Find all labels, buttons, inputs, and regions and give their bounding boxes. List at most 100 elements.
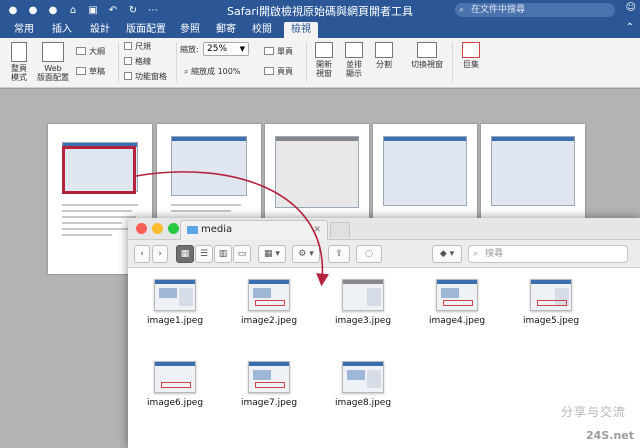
window-zoom-icon[interactable]: ● xyxy=(46,3,60,17)
file-item[interactable]: image3.jpeg xyxy=(328,279,398,326)
ribbon-tabs: 常用 插入 設計 版面配置 參照 郵寄 校閱 檢視 ⌃ xyxy=(0,20,640,38)
minimize-button[interactable] xyxy=(152,223,163,234)
file-item[interactable]: image2.jpeg xyxy=(234,279,304,326)
split-button[interactable]: 分割 xyxy=(372,42,396,69)
arrange-label: 並排 顯示 xyxy=(346,60,362,78)
macros-button[interactable]: 巨集 xyxy=(458,42,484,69)
file-item[interactable]: image1.jpeg xyxy=(140,279,210,326)
search-icon: ⌕ xyxy=(473,249,479,259)
nav-pane-checkbox[interactable]: 功能窗格 xyxy=(124,71,167,82)
text-line xyxy=(171,210,231,212)
save-icon[interactable]: ▣ xyxy=(86,3,100,17)
icon-view-button[interactable]: ▦ xyxy=(176,245,194,263)
one-page-label: 單頁 xyxy=(277,47,293,56)
file-item[interactable]: image8.jpeg xyxy=(328,361,398,408)
screen: ● ● ● ⌂ ▣ ↶ ↻ ⋯ Safari開啟檢視原始碼與網頁開者工具 ⌕ 在… xyxy=(0,0,640,448)
outline-icon xyxy=(76,47,86,55)
page-screenshot xyxy=(171,136,247,196)
tab-insert[interactable]: 插入 xyxy=(48,22,76,38)
home-icon[interactable]: ⌂ xyxy=(66,3,80,17)
smiley-icon[interactable]: ☺ xyxy=(626,2,636,13)
tab-design[interactable]: 設計 xyxy=(86,22,114,38)
forward-button[interactable]: › xyxy=(152,245,168,263)
finder-search-input[interactable]: ⌕ 搜尋 xyxy=(468,245,628,263)
multi-page-button[interactable]: 頁頁 xyxy=(264,66,293,77)
text-line xyxy=(62,204,138,206)
image-thumbnail xyxy=(530,279,572,311)
text-line xyxy=(62,216,136,218)
checkbox-icon xyxy=(124,72,132,80)
checkbox-icon xyxy=(124,42,132,50)
watermark-text: 分享与交流 xyxy=(560,405,626,419)
undo-icon[interactable]: ↶ xyxy=(106,3,120,17)
column-view-button[interactable]: ▥ xyxy=(214,245,232,263)
tags-button[interactable]: ◌ xyxy=(356,245,382,263)
new-window-label: 開新 視窗 xyxy=(316,60,332,78)
finder-tab[interactable]: media ✕ xyxy=(180,220,328,240)
more-icon[interactable]: ⋯ xyxy=(146,3,160,17)
tab-view[interactable]: 檢視 xyxy=(284,22,318,38)
web-layout-button[interactable]: Web 版面配置 xyxy=(36,42,70,82)
word-titlebar: ● ● ● ⌂ ▣ ↶ ↻ ⋯ Safari開啟檢視原始碼與網頁開者工具 ⌕ 在… xyxy=(0,0,640,20)
new-tab-button[interactable] xyxy=(330,222,350,238)
file-name: image6.jpeg xyxy=(146,398,204,408)
redo-icon[interactable]: ↻ xyxy=(126,3,140,17)
action-menu-button[interactable]: ⚙ ▾ xyxy=(292,245,320,263)
ruler-checkbox[interactable]: 尺規 xyxy=(124,41,151,52)
zoom-100-button[interactable]: ⌕ 縮放成 100% xyxy=(184,66,240,77)
gridlines-checkbox[interactable]: 格線 xyxy=(124,56,151,67)
tab-mailings[interactable]: 郵寄 xyxy=(212,22,240,38)
coverflow-view-button[interactable]: ▭ xyxy=(233,245,251,263)
multi-page-label: 頁頁 xyxy=(277,67,293,76)
gridlines-label: 格線 xyxy=(135,57,151,66)
arrange-menu-button[interactable]: ▦ ▾ xyxy=(258,245,286,263)
page-mode-label: 整頁 模式 xyxy=(11,64,27,82)
file-name: image5.jpeg xyxy=(522,316,580,326)
file-item[interactable]: image6.jpeg xyxy=(140,361,210,408)
file-item[interactable]: image7.jpeg xyxy=(234,361,304,408)
switch-window-label: 切換視窗 xyxy=(411,60,443,69)
image-thumbnail xyxy=(342,279,384,311)
search-icon: ⌕ xyxy=(459,5,465,15)
document-search[interactable]: ⌕ 在文件中搜尋 xyxy=(455,3,615,17)
image-thumbnail xyxy=(436,279,478,311)
one-page-icon xyxy=(264,47,274,55)
image-thumbnail xyxy=(248,279,290,311)
zoom-button[interactable] xyxy=(168,223,179,234)
draft-button[interactable]: 草稿 xyxy=(76,66,105,77)
zoom-select[interactable]: 25% ▼ xyxy=(203,42,249,56)
window-close-icon[interactable]: ● xyxy=(6,3,20,17)
list-view-button[interactable]: ☰ xyxy=(195,245,213,263)
checkbox-icon xyxy=(124,57,132,65)
tab-references[interactable]: 參照 xyxy=(176,22,204,38)
outline-label: 大綱 xyxy=(89,47,105,56)
share-button[interactable]: ⇪ xyxy=(328,245,350,263)
zoom-100-label: 縮放成 100% xyxy=(191,67,241,76)
file-item[interactable]: image4.jpeg xyxy=(422,279,492,326)
tab-review[interactable]: 校閱 xyxy=(248,22,276,38)
macros-label: 巨集 xyxy=(463,60,479,69)
file-name: image7.jpeg xyxy=(240,398,298,408)
folder-icon xyxy=(187,226,198,234)
tab-home[interactable]: 常用 xyxy=(10,22,38,38)
window-minimize-icon[interactable]: ● xyxy=(26,3,40,17)
ribbon-divider xyxy=(306,42,307,82)
dropbox-menu-button[interactable]: ◆ ▾ xyxy=(432,245,462,263)
new-window-button[interactable]: 開新 視窗 xyxy=(312,42,336,78)
one-page-button[interactable]: 單頁 xyxy=(264,46,293,57)
outline-button[interactable]: 大綱 xyxy=(76,46,105,57)
page-mode-button[interactable]: 整頁 模式 xyxy=(6,42,32,82)
arrange-button[interactable]: 並排 顯示 xyxy=(342,42,366,78)
close-button[interactable] xyxy=(136,223,147,234)
text-line xyxy=(62,228,134,230)
quick-access-toolbar: ● ● ● ⌂ ▣ ↶ ↻ ⋯ xyxy=(6,3,160,17)
ribbon-collapse-icon[interactable]: ⌃ xyxy=(626,22,634,33)
back-button[interactable]: ‹ xyxy=(134,245,150,263)
ribbon-divider xyxy=(118,42,119,82)
tab-close-icon[interactable]: ✕ xyxy=(313,221,321,239)
file-item[interactable]: image5.jpeg xyxy=(516,279,586,326)
tab-layout[interactable]: 版面配置 xyxy=(124,22,168,38)
finder-titlebar: media ✕ xyxy=(128,218,640,240)
page-icon xyxy=(11,42,27,62)
switch-window-button[interactable]: 切換視窗 xyxy=(408,42,446,69)
